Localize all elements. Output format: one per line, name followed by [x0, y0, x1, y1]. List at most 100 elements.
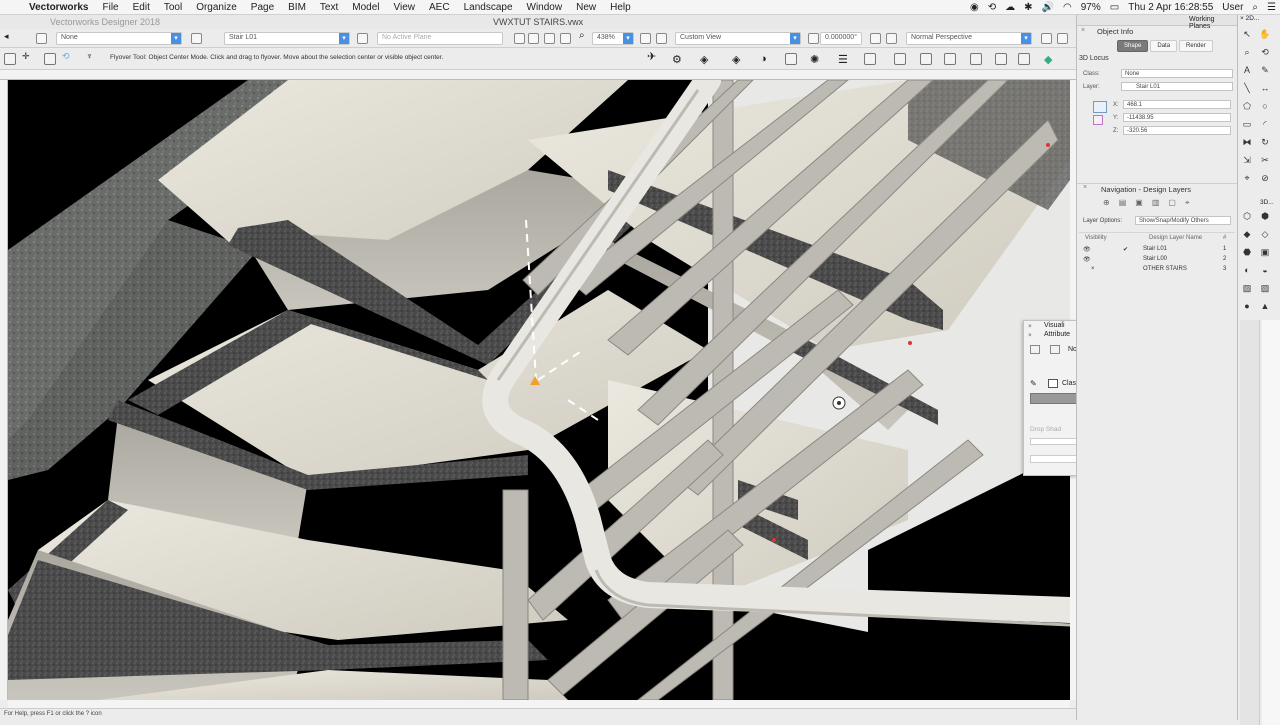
dimension-tool-icon[interactable]: ↔	[1258, 81, 1272, 95]
loft-icon[interactable]: ⬣	[1240, 245, 1254, 259]
snap-icon[interactable]: ⚙	[672, 53, 684, 66]
pan-tool-icon[interactable]: ✋	[1258, 27, 1272, 41]
angle-field[interactable]: 0.000000°	[820, 32, 862, 45]
visible-eye-icon[interactable]: 👁	[1083, 256, 1091, 263]
offset-tool-icon[interactable]: ⇲	[1240, 153, 1254, 167]
vis-grid-icon[interactable]	[1050, 345, 1060, 354]
lighting-icon[interactable]: ✺	[810, 53, 822, 66]
bluetooth-icon[interactable]: ✱	[1024, 2, 1032, 13]
tool-sets-close-icon[interactable]: ×	[1240, 15, 1244, 22]
nav-new-layer-icon[interactable]: ⊕	[1103, 198, 1110, 208]
class-icon[interactable]	[36, 33, 47, 44]
view-icon[interactable]	[640, 33, 651, 44]
oi-y-field[interactable]: -11438.95	[1123, 113, 1231, 122]
nav-stack-icon[interactable]: ▥	[1152, 198, 1160, 208]
zoom-page-icon[interactable]	[528, 33, 539, 44]
menu-new[interactable]: New	[569, 2, 603, 13]
plane-lines-icon[interactable]: ☰	[838, 53, 850, 66]
menu-file[interactable]: File	[95, 2, 125, 13]
zoom-field[interactable]: 438% ▾	[592, 32, 634, 45]
projection-icon[interactable]	[656, 33, 667, 44]
extrude-icon[interactable]: ◆	[1240, 227, 1254, 241]
col-number[interactable]: #	[1223, 235, 1226, 241]
pen-icon[interactable]: ✎	[1030, 379, 1037, 388]
menu-app[interactable]: Vectorworks	[22, 2, 95, 13]
view-home-icon[interactable]	[560, 33, 571, 44]
sketch-icon[interactable]	[944, 53, 956, 65]
flyover-tool-icon[interactable]: ✈	[647, 50, 659, 63]
camera-icon[interactable]	[970, 53, 982, 65]
menu-organize[interactable]: Organize	[189, 2, 244, 13]
vis-close-icon[interactable]: ×	[1028, 323, 1032, 330]
tab-render[interactable]: Render	[1179, 40, 1213, 52]
clip-icon[interactable]	[864, 53, 876, 65]
menu-help[interactable]: Help	[603, 2, 638, 13]
page-icon[interactable]	[1018, 53, 1030, 65]
tool-prefs-icon[interactable]: ♆	[86, 51, 98, 63]
translate-icon[interactable]: ◈	[732, 53, 744, 66]
refresh-icon[interactable]	[1041, 33, 1052, 44]
col-layer-name[interactable]: Design Layer Name	[1149, 235, 1202, 241]
zoom-tool-icon[interactable]: ⌕	[1240, 45, 1254, 59]
menu-aec[interactable]: AEC	[422, 2, 457, 13]
rectangle-tool-icon[interactable]: ▭	[1240, 117, 1254, 131]
fill-swatch[interactable]	[1030, 393, 1076, 404]
oi-class-select[interactable]: None	[1121, 69, 1233, 78]
record-icon[interactable]: ◉	[970, 2, 979, 13]
menu-edit[interactable]: Edit	[126, 2, 157, 13]
col-visibility[interactable]: Visibility	[1085, 235, 1107, 241]
sweep-icon[interactable]: ◇	[1258, 227, 1272, 241]
section-icon[interactable]	[894, 53, 906, 65]
shell-icon[interactable]: ▣	[1258, 245, 1272, 259]
class-select[interactable]: None ▾	[56, 32, 182, 45]
view-select[interactable]: Custom View ▾	[675, 32, 801, 45]
object-center-mode-icon[interactable]	[44, 53, 56, 65]
working-planes-header[interactable]: Working Planes	[1077, 15, 1237, 30]
settings-icon[interactable]	[1057, 33, 1068, 44]
sphere-icon[interactable]: ●	[1240, 299, 1254, 313]
zoom-objects-icon[interactable]	[544, 33, 555, 44]
tab-data[interactable]: Data	[1150, 40, 1178, 52]
nav-layer-icon[interactable]: ▤	[1119, 198, 1127, 208]
push-pull-icon[interactable]: ⬢	[1258, 209, 1272, 223]
rotate-icon[interactable]	[808, 33, 819, 44]
oi-x-field[interactable]: 468.1	[1123, 100, 1231, 109]
text-tool-icon[interactable]: A	[1240, 63, 1254, 77]
selection-tool-icon[interactable]: ↖	[1240, 27, 1254, 41]
mode-select-icon[interactable]	[4, 53, 16, 65]
visualization-palette[interactable]: × Visuali × Attribute No ✎ Clas Drop Sha…	[1023, 320, 1077, 476]
oi-close-icon[interactable]: ×	[1081, 27, 1085, 34]
nav-edit-icon[interactable]: ▣	[1135, 198, 1143, 208]
line-style-field[interactable]	[1030, 438, 1076, 445]
attr-close-icon[interactable]: ×	[1028, 332, 1032, 339]
back-icon[interactable]: ◂	[4, 31, 15, 42]
cylinder-icon[interactable]: ▨	[1258, 281, 1272, 295]
user-menu[interactable]: User	[1222, 2, 1243, 13]
render-select[interactable]: Normal Perspective ▾	[906, 32, 1032, 45]
menu-page[interactable]: Page	[244, 2, 281, 13]
oi-z-field[interactable]: -320.56	[1123, 126, 1231, 135]
mode-crosshair-icon[interactable]: ✛	[22, 51, 34, 63]
menu-text[interactable]: Text	[313, 2, 345, 13]
polygon-tool-icon[interactable]: ⬠	[1240, 99, 1254, 113]
cone-icon[interactable]: ▲	[1258, 299, 1272, 313]
oi-layer-select[interactable]: Stair L01	[1121, 82, 1233, 91]
plane-select[interactable]: No Active Plane	[377, 32, 503, 45]
volume-icon[interactable]: 🔊	[1042, 2, 1054, 13]
class-style-icon[interactable]	[1048, 379, 1058, 388]
clock[interactable]: Thu 2 Apr 16:28:55	[1128, 2, 1213, 13]
layer-select[interactable]: Stair L01 ▾	[224, 32, 350, 45]
menu-landscape[interactable]: Landscape	[457, 2, 520, 13]
tab-shape[interactable]: Shape	[1117, 40, 1149, 52]
nav-pin-icon[interactable]: ⌖	[1185, 198, 1190, 208]
walkthrough-icon[interactable]: ◈	[700, 53, 712, 66]
spotlight-icon[interactable]: ⌕	[1252, 2, 1258, 13]
nav-close-icon[interactable]: ×	[1083, 184, 1087, 191]
wifi-icon[interactable]: ◠	[1063, 2, 1072, 13]
horizontal-scrollbar[interactable]	[8, 700, 1070, 708]
layer-row[interactable]: 👁 ✔ Stair L01 1	[1083, 245, 1229, 255]
opacity-field[interactable]	[1030, 455, 1076, 463]
dropbox-icon[interactable]: ☁	[1005, 2, 1015, 13]
layer-row[interactable]: 👁 Stair L00 2	[1083, 255, 1229, 265]
split-tool-icon[interactable]: ⊘	[1258, 171, 1272, 185]
